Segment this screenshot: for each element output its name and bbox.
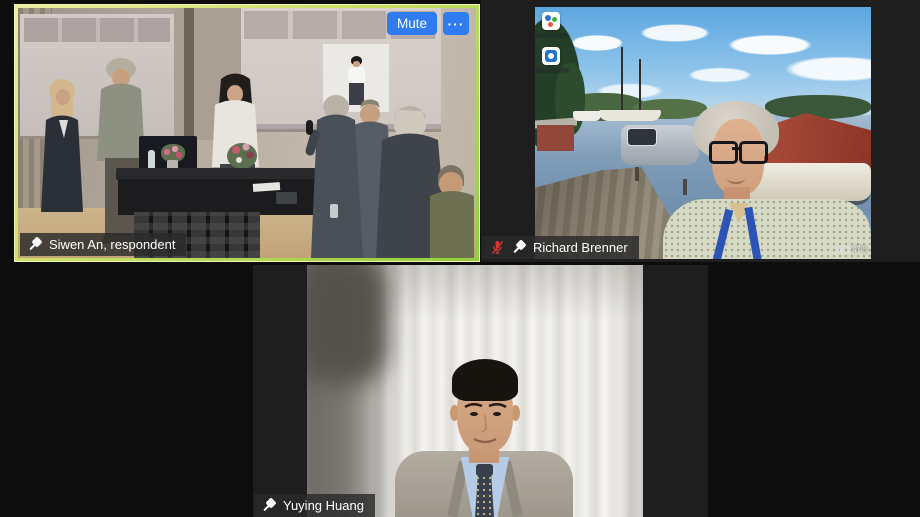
glasses-bridge — [732, 147, 739, 150]
participant-smile — [727, 173, 745, 184]
nameplate-yuying-huang: Yuying Huang — [254, 494, 375, 517]
participant-name-label: Richard Brenner — [533, 240, 628, 255]
face-features — [307, 265, 643, 517]
dock-post — [635, 167, 639, 181]
battery-percent: 47% — [852, 245, 868, 254]
boathouse — [537, 125, 574, 151]
sailboat-mast-2 — [639, 59, 641, 113]
dock-post-2 — [683, 179, 687, 195]
participant-tile-siwen-an[interactable]: Mute ··· Siwen An, respondent — [14, 4, 480, 262]
participant-tile-richard-brenner[interactable]: 47% Richard Brenner — [481, 0, 920, 262]
outlook-app-label — [535, 68, 569, 73]
mic-off-icon — [490, 240, 505, 255]
video-feed-siwen-an: Mute ··· Siwen An, respondent — [18, 8, 476, 258]
small-boat — [573, 111, 601, 121]
participant-name-label: Yuying Huang — [283, 498, 364, 513]
nameplate-siwen-an: Siwen An, respondent — [20, 233, 186, 256]
video-feed-yuying-huang — [307, 265, 643, 517]
tile-hover-controls: Mute ··· — [387, 12, 469, 35]
participant-name-label: Siwen An, respondent — [49, 237, 175, 252]
glasses-right-lens — [739, 141, 768, 164]
glasses-left-lens — [709, 141, 738, 164]
more-options-button[interactable]: ··· — [443, 12, 469, 35]
pin-icon — [512, 240, 526, 255]
office-app-icon — [542, 12, 560, 30]
connection-stat: 47% — [838, 245, 868, 254]
participant-tile-yuying-huang[interactable]: Yuying Huang — [253, 265, 708, 517]
mute-button[interactable]: Mute — [387, 12, 437, 35]
office-app-label — [535, 33, 569, 38]
meeting-stage: 47% Richard Brenner — [0, 0, 920, 517]
people-group-right — [18, 8, 476, 258]
battery-icon — [838, 246, 849, 254]
outlook-app-icon — [542, 47, 560, 65]
island-right — [765, 95, 871, 119]
pin-icon — [262, 498, 276, 513]
nameplate-richard-brenner: Richard Brenner — [482, 236, 639, 259]
motorboat-windshield — [627, 128, 657, 146]
sailboat-hull — [599, 110, 661, 121]
pin-icon — [28, 237, 42, 252]
video-feed-richard-brenner: 47% — [535, 7, 871, 259]
sailboat-mast — [621, 47, 623, 113]
